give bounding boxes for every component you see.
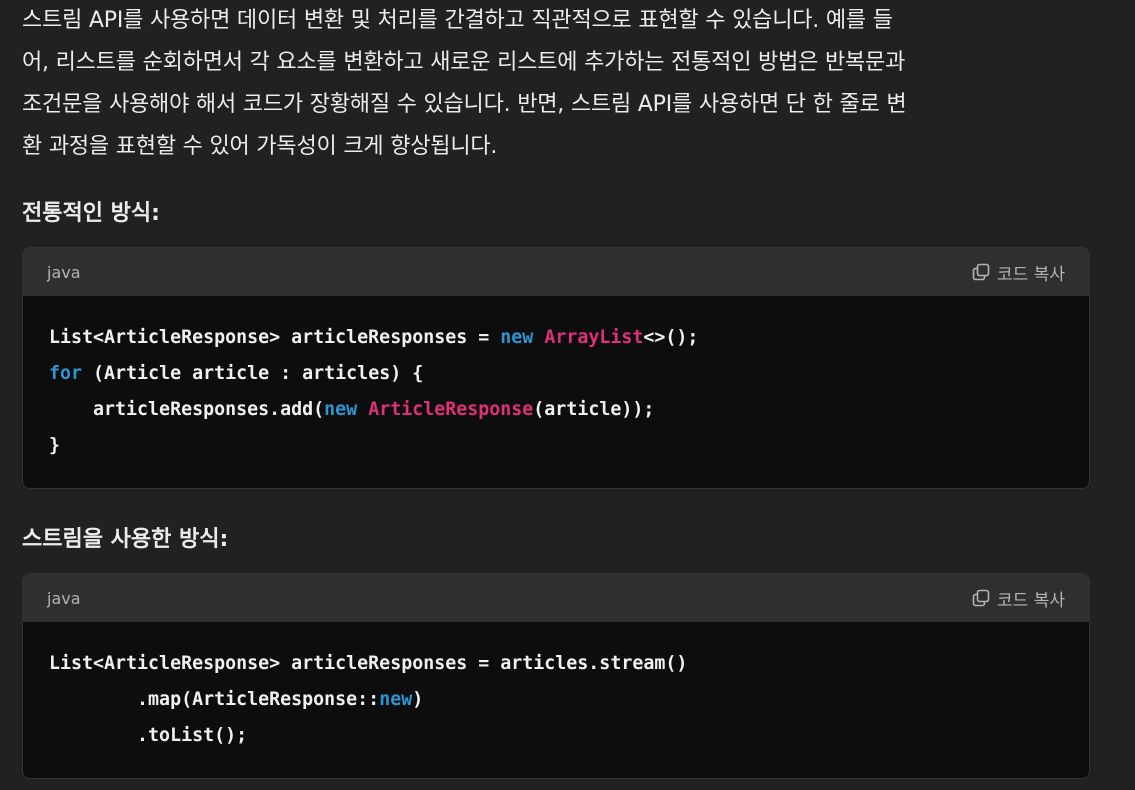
copy-icon	[971, 588, 991, 608]
code-token-plain: <>();	[643, 327, 699, 348]
intro-line: 스트림 API를 사용하면 데이터 변환 및 처리를 간결하고 직관적으로 표현…	[22, 8, 893, 33]
section-heading-traditional: 전통적인 방식:	[22, 201, 160, 226]
code-line: articleResponses.add(new ArticleResponse…	[49, 392, 1063, 428]
code-body: List<ArticleResponse> articleResponses =…	[23, 622, 1089, 778]
code-block-header: java 코드 복사	[23, 574, 1089, 622]
code-token-keyword: new	[379, 689, 413, 710]
code-token-plain: )	[412, 689, 424, 710]
code-token-plain: .map(ArticleResponse::	[49, 689, 380, 710]
code-token-plain: articleResponses.add(	[49, 399, 325, 420]
intro-line: 환 과정을 표현할 수 있어 가독성이 크게 향상됩니다.	[22, 134, 498, 159]
code-token-keyword: new	[500, 327, 534, 348]
code-token-keyword: new	[324, 399, 358, 420]
intro-line: 어, 리스트를 순회하면서 각 요소를 변환하고 새로운 리스트에 추가하는 전…	[22, 50, 906, 75]
code-language-label: java	[47, 262, 81, 282]
code-token-plain: }	[49, 435, 61, 456]
code-line: }	[49, 428, 1063, 464]
code-line: .map(ArticleResponse::new)	[49, 682, 1063, 718]
code-token-keyword: for	[49, 363, 83, 384]
code-line: for (Article article : articles) {	[49, 356, 1063, 392]
intro-paragraph: 스트림 API를 사용하면 데이터 변환 및 처리를 간결하고 직관적으로 표현…	[22, 0, 1102, 168]
intro-line: 조건문을 사용해야 해서 코드가 장황해질 수 있습니다. 반면, 스트림 AP…	[22, 92, 907, 117]
copy-code-button[interactable]: 코드 복사	[971, 260, 1065, 285]
code-language-label: java	[47, 588, 81, 608]
code-token-plain: List<ArticleResponse> articleResponses =	[49, 327, 501, 348]
code-token-plain: (Article article : articles) {	[82, 363, 424, 384]
code-token-plain: .toList();	[49, 725, 248, 746]
code-token-class: ArticleResponse	[368, 399, 534, 420]
code-token-plain: (article));	[533, 399, 655, 420]
code-line: .toList();	[49, 718, 1063, 754]
copy-code-label: 코드 복사	[997, 264, 1065, 285]
code-block-header: java 코드 복사	[23, 248, 1089, 296]
copy-icon	[971, 262, 991, 282]
section-heading-stream: 스트림을 사용한 방식:	[22, 527, 229, 552]
copy-code-button[interactable]: 코드 복사	[971, 586, 1065, 611]
code-token-plain: List<ArticleResponse> articleResponses =…	[49, 653, 688, 674]
code-token-class: ArrayList	[544, 327, 644, 348]
code-line: List<ArticleResponse> articleResponses =…	[49, 646, 1063, 682]
copy-code-label: 코드 복사	[997, 590, 1065, 611]
code-body: List<ArticleResponse> articleResponses =…	[23, 296, 1089, 488]
code-block-traditional: java 코드 복사 List<ArticleResponse> article…	[22, 247, 1090, 489]
code-block-stream: java 코드 복사 List<ArticleResponse> article…	[22, 573, 1090, 779]
code-line: List<ArticleResponse> articleResponses =…	[49, 320, 1063, 356]
